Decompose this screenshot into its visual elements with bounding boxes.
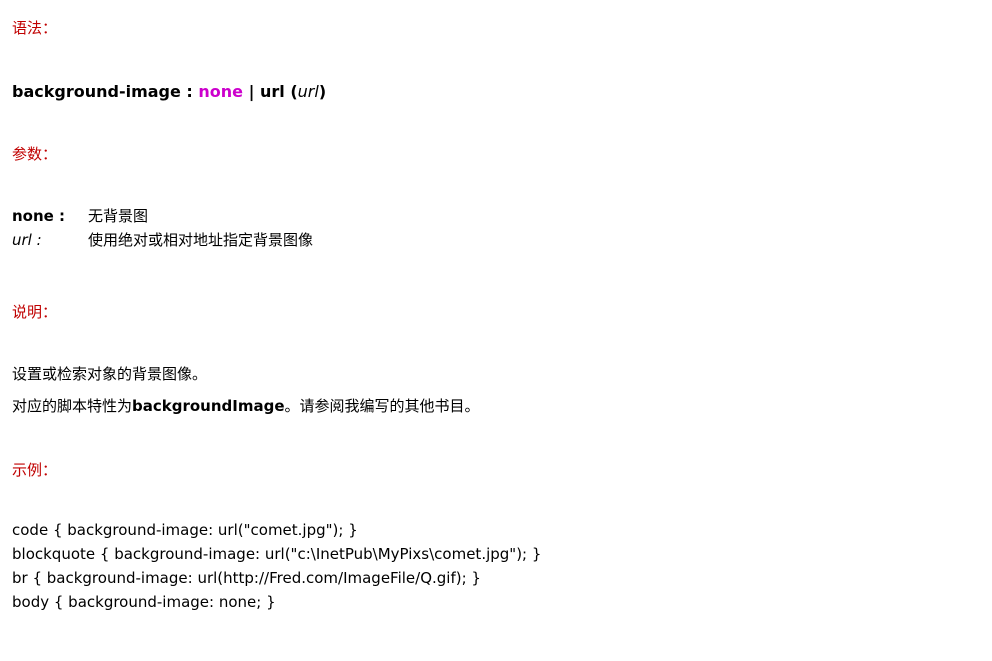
example-line-blockquote: blockquote { background-image: url("c:\I… [12,545,542,563]
example-heading: 示例： [12,461,58,479]
param-none-term: none : [12,207,66,225]
syntax-url-keyword: url ( [260,82,298,101]
example-line-br: br { background-image: url(http://Fred.c… [12,569,481,587]
param-url-term: url : [12,231,42,249]
script-property-name: backgroundImage [132,397,285,415]
syntax-close-paren: ) [318,82,327,101]
description-line-2-pre: 对应的脚本特性为 [12,397,133,415]
document-page: 语法： background-image : none | url (url) … [0,0,992,661]
syntax-line: background-image : none | url (url) [12,82,326,102]
description-line-2-post: 。请参阅我编写的其他书目。 [284,397,480,415]
param-url-desc: 使用绝对或相对地址指定背景图像 [88,231,314,249]
example-line-code: code { background-image: url("comet.jpg"… [12,521,358,539]
param-url-row: url : 使用绝对或相对地址指定背景图像 [12,230,313,250]
param-none-desc: 无背景图 [88,207,149,225]
syntax-none-keyword: none [198,82,244,101]
param-none-row: none : 无背景图 [12,206,148,226]
syntax-colon: : [180,82,199,101]
params-heading: 参数： [12,145,58,163]
syntax-property: background-image [12,82,181,101]
syntax-heading: 语法： [12,19,58,37]
description-heading: 说明： [12,303,58,321]
example-line-body: body { background-image: none; } [12,593,276,611]
description-line-1: 设置或检索对象的背景图像。 [12,365,208,383]
description-line-2: 对应的脚本特性为backgroundImage。请参阅我编写的其他书目。 [12,396,480,416]
syntax-url-arg: url [297,82,319,101]
syntax-separator: | [243,82,260,101]
